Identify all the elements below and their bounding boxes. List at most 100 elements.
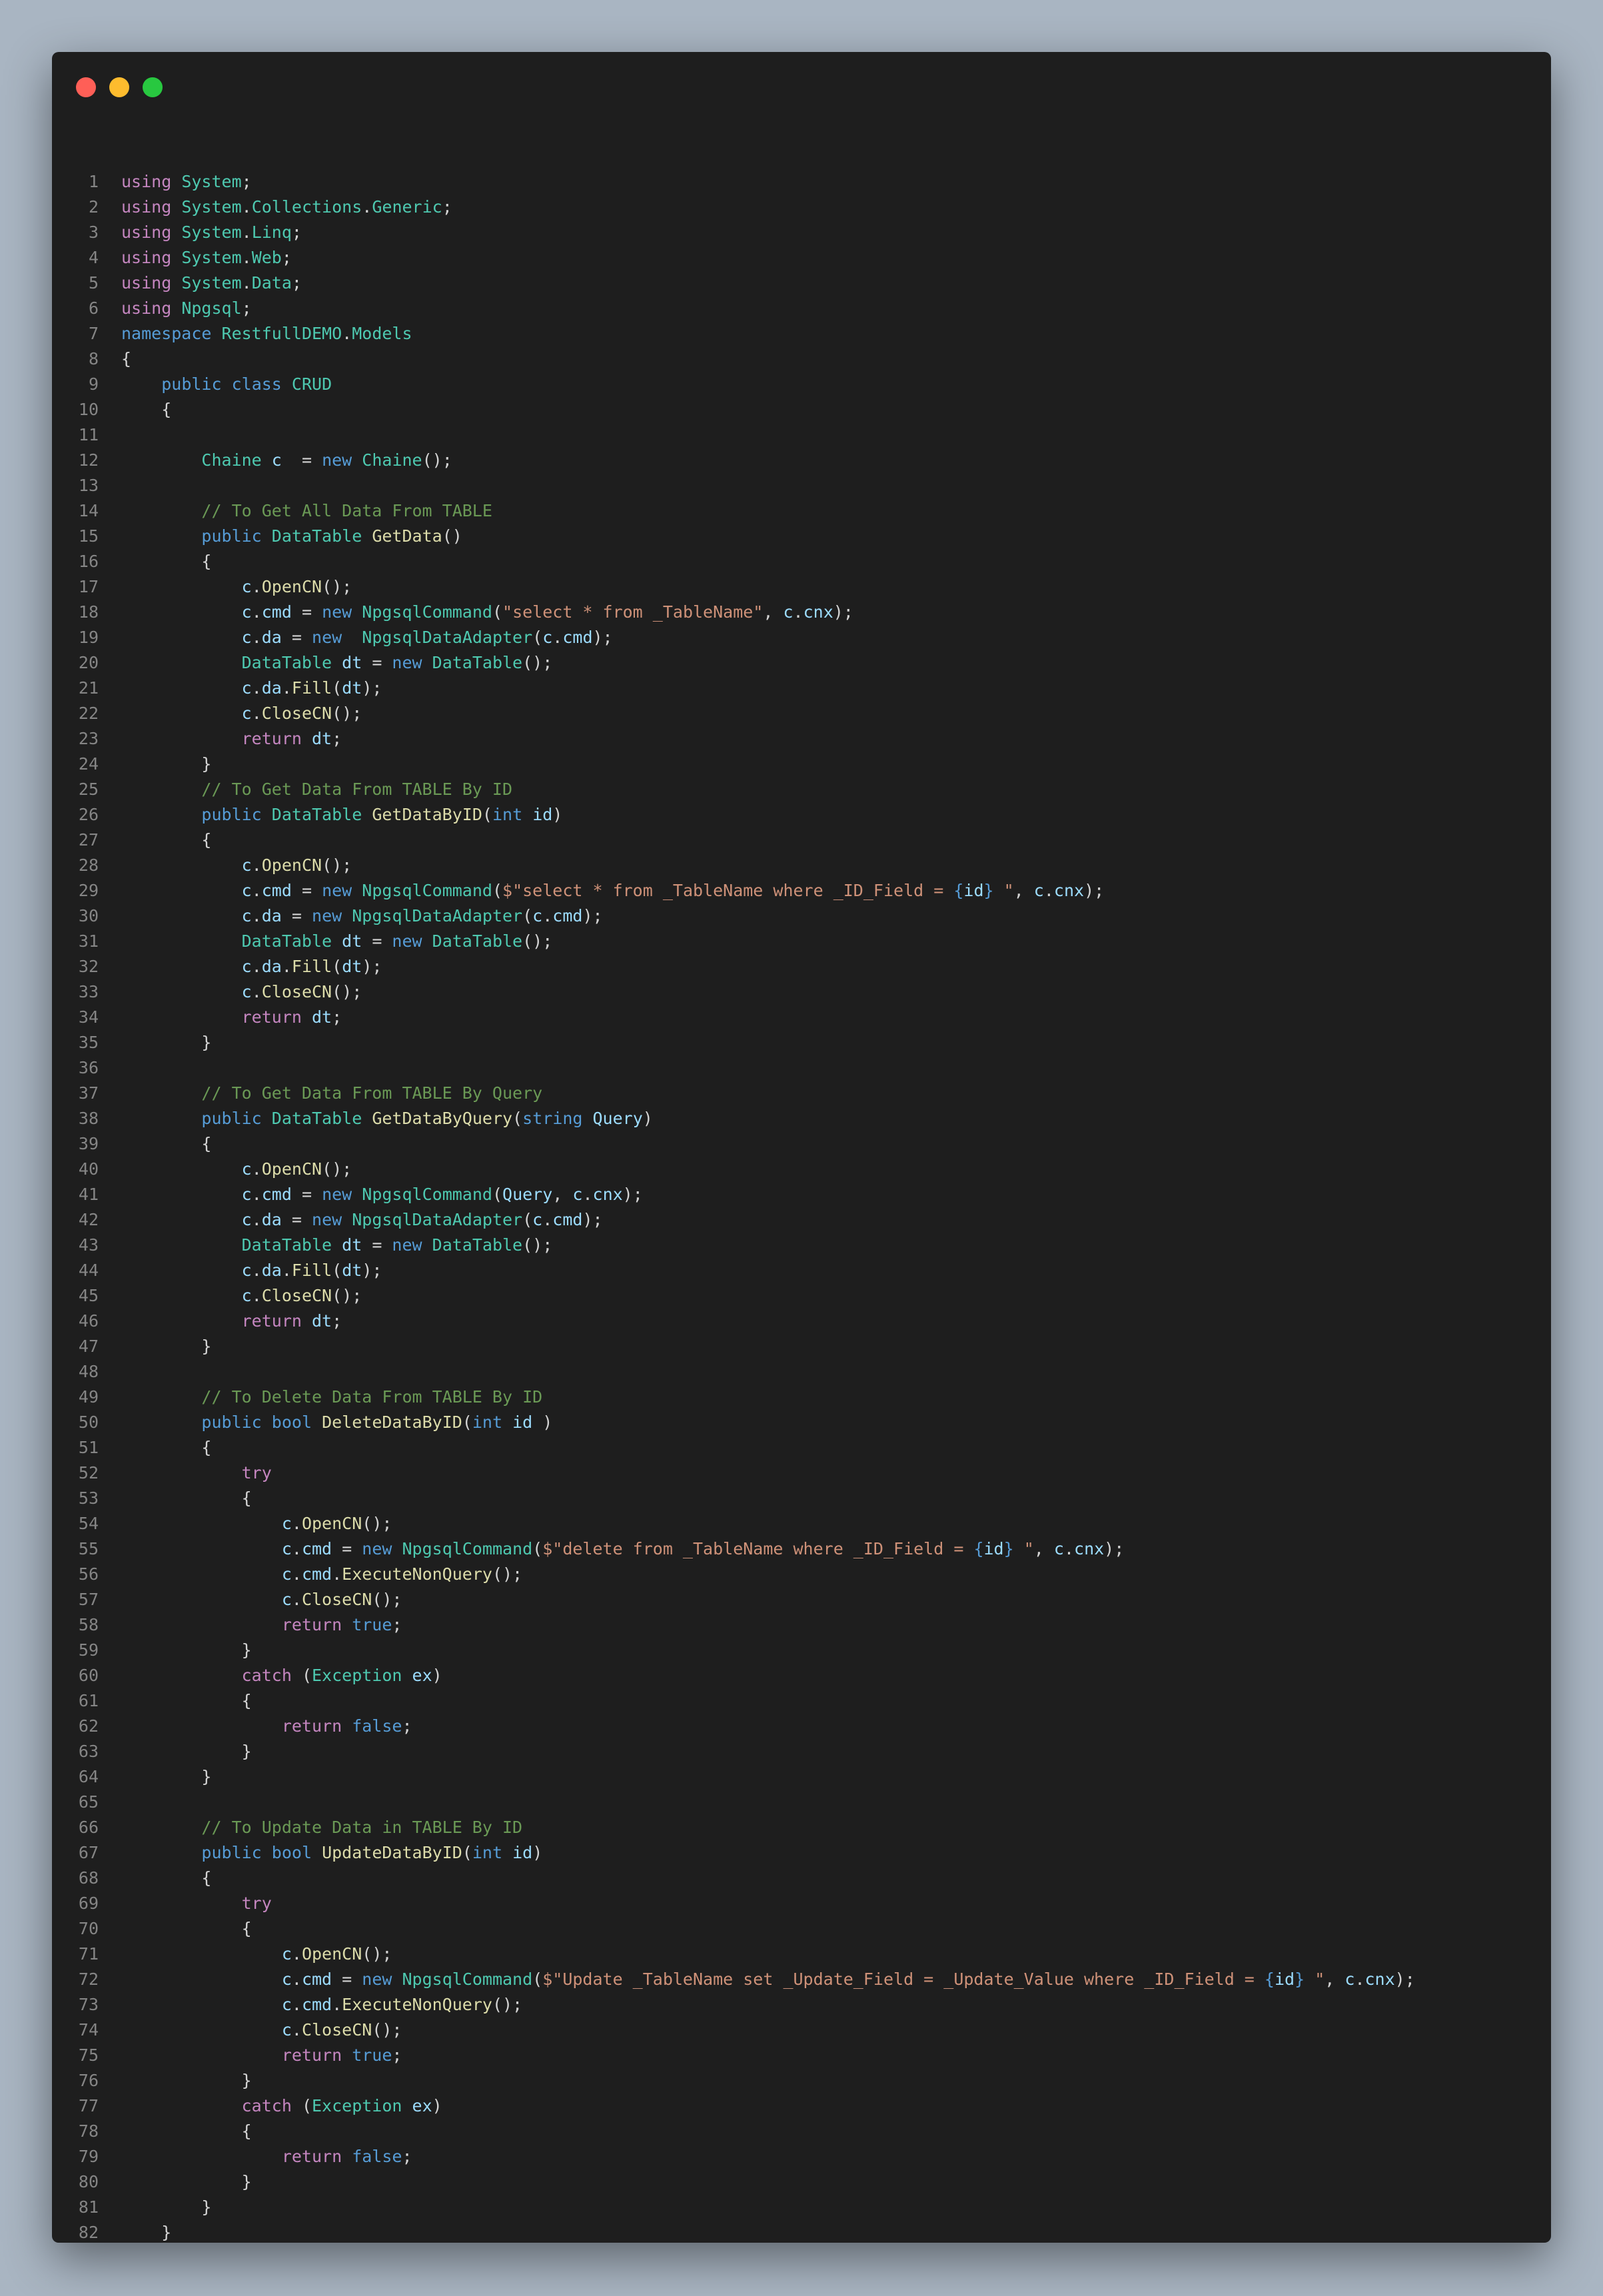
code-token: DataTable [241, 1235, 332, 1255]
code-token: . [1063, 1539, 1075, 1558]
code-token: System [181, 248, 242, 267]
code-token: . [251, 906, 262, 925]
code-text: } [99, 1334, 211, 1359]
line-number: 7 [88, 324, 99, 343]
code-token: GetDataByQuery [372, 1109, 513, 1128]
code-line: 20 DataTable dt = new DataTable(); [52, 650, 1551, 676]
code-token: (); [332, 982, 362, 1001]
code-token: c [281, 1995, 292, 2014]
code-line: 54 c.OpenCN(); [52, 1511, 1551, 1536]
code-token: Query [502, 1185, 553, 1204]
code-token: // To Get All Data From TABLE [201, 501, 492, 520]
line-number: 61 [78, 1691, 99, 1710]
code-token: dt [342, 931, 362, 951]
code-token: dt [342, 957, 362, 976]
code-text: c.OpenCN(); [99, 1511, 392, 1536]
code-token: { [121, 830, 212, 850]
line-number: 50 [78, 1413, 99, 1432]
line-number: 56 [78, 1564, 99, 1584]
code-editor[interactable]: 1 using System; 2 using System.Collections.… [52, 169, 1551, 2243]
code-line: 44 c.da.Fill(dt); [52, 1258, 1551, 1283]
code-line: 71 c.OpenCN(); [52, 1942, 1551, 1967]
code-line: 19 c.da = new NpgsqlDataAdapter(c.cmd); [52, 625, 1551, 650]
code-line: 48 [52, 1359, 1551, 1385]
code-token: int [472, 1413, 503, 1432]
code-token: = [291, 1185, 322, 1204]
code-token: ( [462, 1413, 472, 1432]
code-token: NpgsqlDataAdapter [352, 906, 523, 925]
line-number: 41 [78, 1185, 99, 1204]
code-line: 29 c.cmd = new NpgsqlCommand($"select * … [52, 878, 1551, 903]
code-token: id [512, 1413, 533, 1432]
code-text: { [99, 2119, 252, 2144]
code-text: { [99, 1435, 211, 1460]
code-token: , [1325, 1970, 1345, 1989]
code-token: ); [833, 602, 853, 622]
close-window-icon[interactable] [76, 77, 96, 97]
line-number: 31 [78, 931, 99, 951]
code-token: . [291, 1970, 302, 1989]
line-number: 26 [78, 805, 99, 824]
code-token: public [201, 526, 262, 546]
code-token: c [241, 1210, 252, 1229]
code-token: catch [241, 2096, 292, 2115]
code-line: 66 // To Update Data in TABLE By ID [52, 1815, 1551, 1840]
code-token: = [281, 628, 312, 647]
code-text: public DataTable GetDataByQuery(string Q… [99, 1106, 652, 1131]
code-token: CloseCN [261, 982, 332, 1001]
code-line: 76 } [52, 2068, 1551, 2093]
code-token: . [251, 602, 262, 622]
code-text: { [99, 1486, 252, 1511]
line-number: 20 [78, 653, 99, 672]
line-number: 54 [78, 1514, 99, 1533]
line-number: 55 [78, 1539, 99, 1558]
code-token: int [472, 1843, 503, 1862]
code-token: OpenCN [261, 577, 322, 596]
code-token: ( [291, 2096, 312, 2115]
code-token: return [281, 2045, 342, 2065]
code-token: cmd [562, 628, 593, 647]
code-token: (); [372, 2020, 402, 2039]
maximize-window-icon[interactable] [143, 77, 163, 97]
minimize-window-icon[interactable] [109, 77, 129, 97]
code-line: 36 [52, 1055, 1551, 1081]
line-number: 76 [78, 2071, 99, 2090]
code-token: Web [251, 248, 282, 267]
code-token: CloseCN [261, 704, 332, 723]
code-line: 17 c.OpenCN(); [52, 574, 1551, 600]
code-text: { [99, 397, 171, 422]
code-token: cnx [1053, 881, 1085, 900]
code-token: c [1033, 881, 1044, 900]
line-number: 64 [78, 1767, 99, 1786]
code-text: using System.Linq; [99, 220, 302, 245]
code-line: 67 public bool UpdateDataByID(int id) [52, 1840, 1551, 1866]
code-token: (); [332, 704, 362, 723]
code-text: c.cmd = new NpgsqlCommand("select * from… [99, 600, 853, 625]
code-token: new [392, 1235, 422, 1255]
code-token: $"Update _TableName set _Update_Field = … [542, 1970, 1265, 1989]
code-token: ; [332, 729, 342, 748]
code-token: (); [372, 1590, 402, 1609]
code-token: return [281, 1615, 342, 1634]
code-line: 6 using Npgsql; [52, 296, 1551, 321]
code-token: new [312, 1210, 342, 1229]
code-token: (); [322, 1159, 352, 1179]
code-token: c [241, 1159, 252, 1179]
